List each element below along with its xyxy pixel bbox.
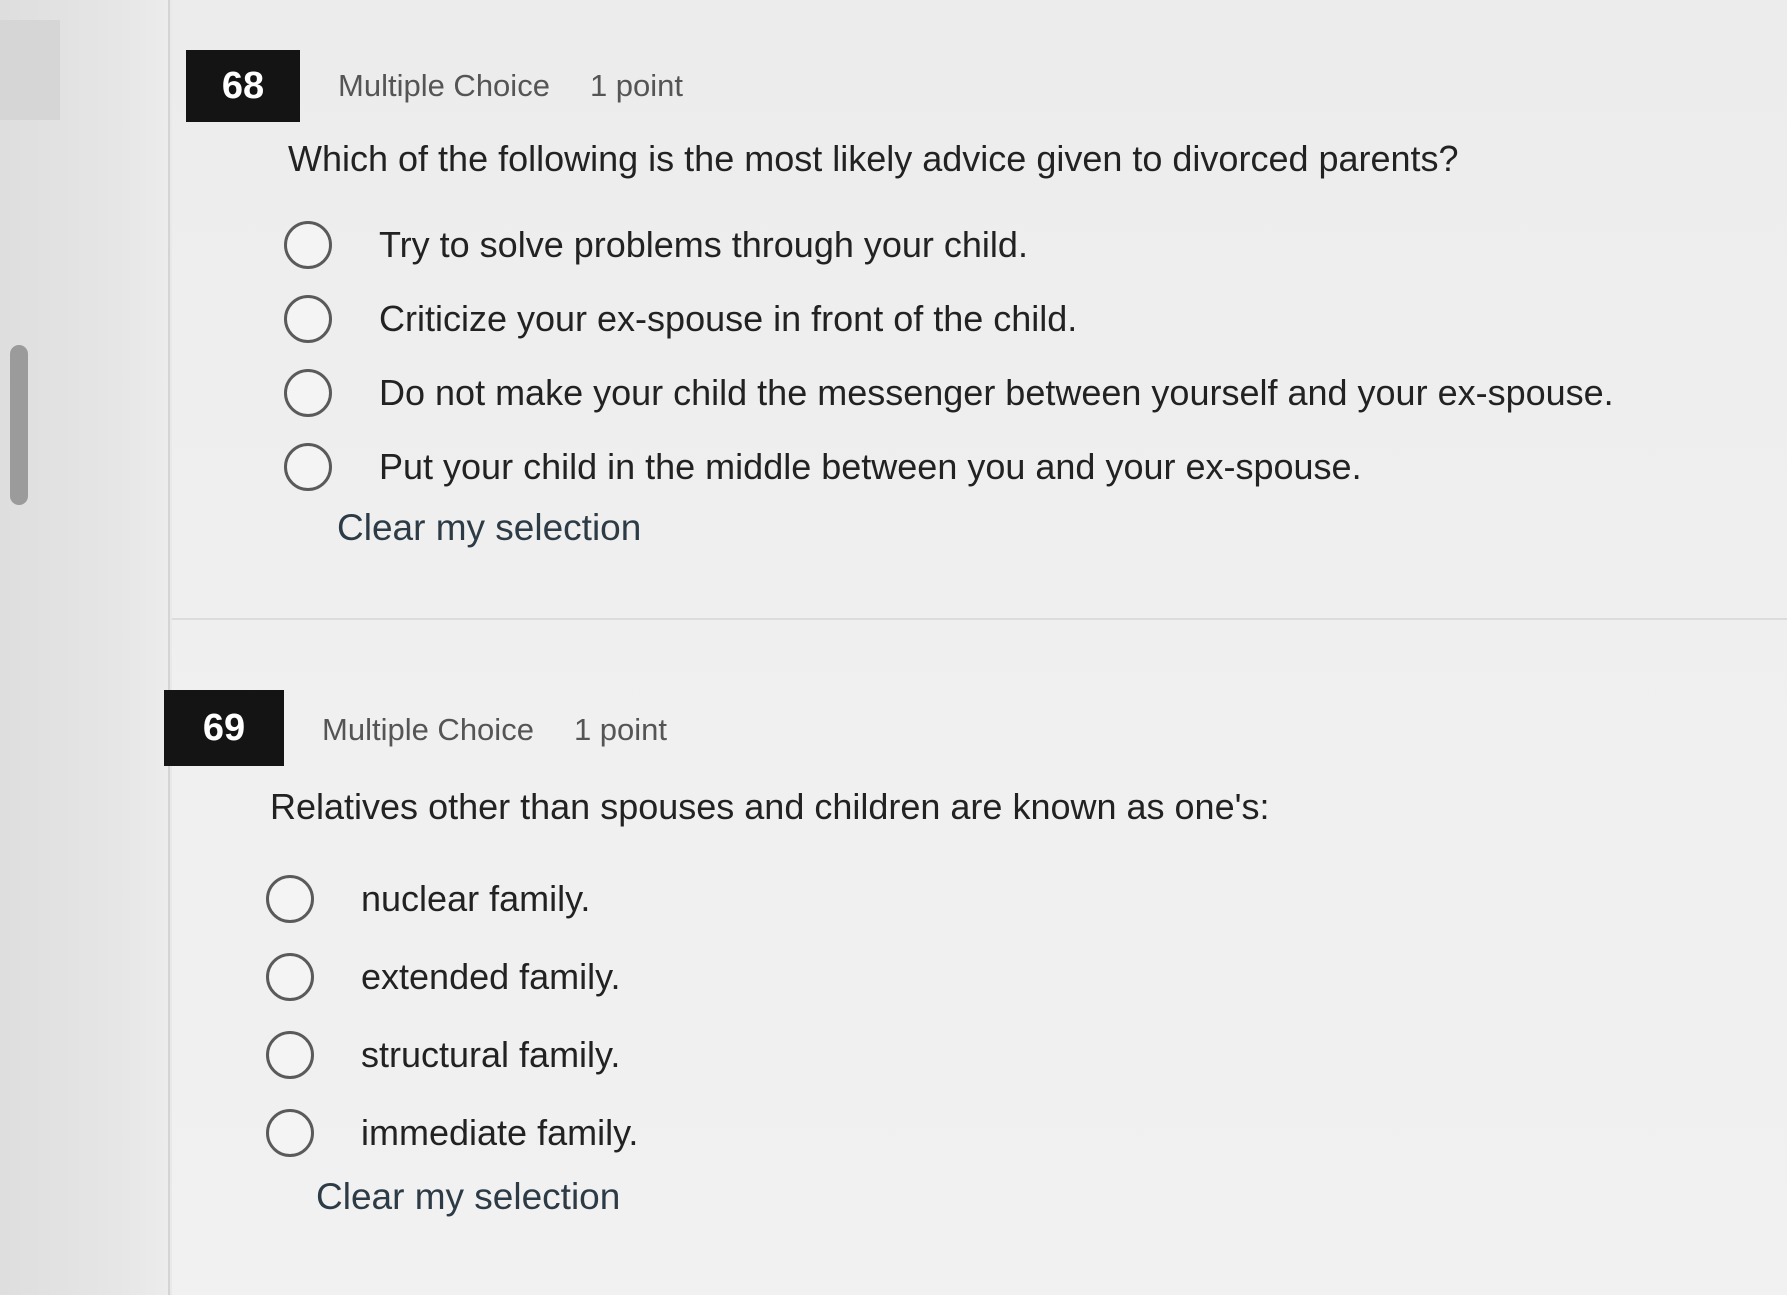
answer-option[interactable]: Try to solve problems through your child… [284,208,1614,282]
answer-option-label[interactable]: Criticize your ex-spouse in front of the… [379,298,1077,340]
clear-selection-link[interactable]: Clear my selection [316,1176,620,1218]
answer-option-label[interactable]: extended family. [361,956,620,998]
answer-options: nuclear family. extended family. structu… [266,860,638,1172]
question-meta: Multiple Choice 1 point [338,68,683,104]
question-stem: Relatives other than spouses and childre… [270,786,1270,827]
answer-option-label[interactable]: nuclear family. [361,878,590,920]
answer-option-label[interactable]: Try to solve problems through your child… [379,224,1028,266]
quiz-page: 68 Multiple Choice 1 point Which of the … [0,0,1787,1295]
radio-button[interactable] [284,369,332,417]
question-points: 1 point [589,68,684,103]
question-type: Multiple Choice [338,68,550,103]
radio-button[interactable] [266,1031,314,1079]
answer-option[interactable]: Put your child in the middle between you… [284,430,1614,504]
answer-option[interactable]: structural family. [266,1016,638,1094]
answer-option[interactable]: nuclear family. [266,860,638,938]
left-navigation-rail [0,0,170,1295]
answer-option-label[interactable]: Do not make your child the messenger bet… [379,372,1614,414]
question-68: 68 Multiple Choice 1 point Which of the … [172,50,1787,620]
answer-option-label[interactable]: structural family. [361,1034,620,1076]
clear-selection-link[interactable]: Clear my selection [337,507,641,549]
answer-option-label[interactable]: Put your child in the middle between you… [379,446,1362,488]
rail-header-block [0,20,60,120]
scrollbar-thumb[interactable] [10,345,28,505]
radio-button[interactable] [284,221,332,269]
question-points: 1 point [573,712,668,747]
radio-button[interactable] [284,443,332,491]
question-meta: Multiple Choice 1 point [322,712,667,748]
radio-button[interactable] [266,1109,314,1157]
question-type: Multiple Choice [322,712,534,747]
radio-button[interactable] [266,875,314,923]
question-list: 68 Multiple Choice 1 point Which of the … [164,0,1787,1295]
answer-options: Try to solve problems through your child… [284,208,1614,504]
answer-option-label[interactable]: immediate family. [361,1112,638,1154]
question-stem: Which of the following is the most likel… [288,138,1459,179]
answer-option[interactable]: extended family. [266,938,638,1016]
question-number-badge: 69 [164,690,284,766]
radio-button[interactable] [266,953,314,1001]
question-number-badge: 68 [186,50,300,122]
question-69: 69 Multiple Choice 1 point Relatives oth… [164,690,1787,1280]
answer-option[interactable]: Criticize your ex-spouse in front of the… [284,282,1614,356]
radio-button[interactable] [284,295,332,343]
answer-option[interactable]: Do not make your child the messenger bet… [284,356,1614,430]
answer-option[interactable]: immediate family. [266,1094,638,1172]
